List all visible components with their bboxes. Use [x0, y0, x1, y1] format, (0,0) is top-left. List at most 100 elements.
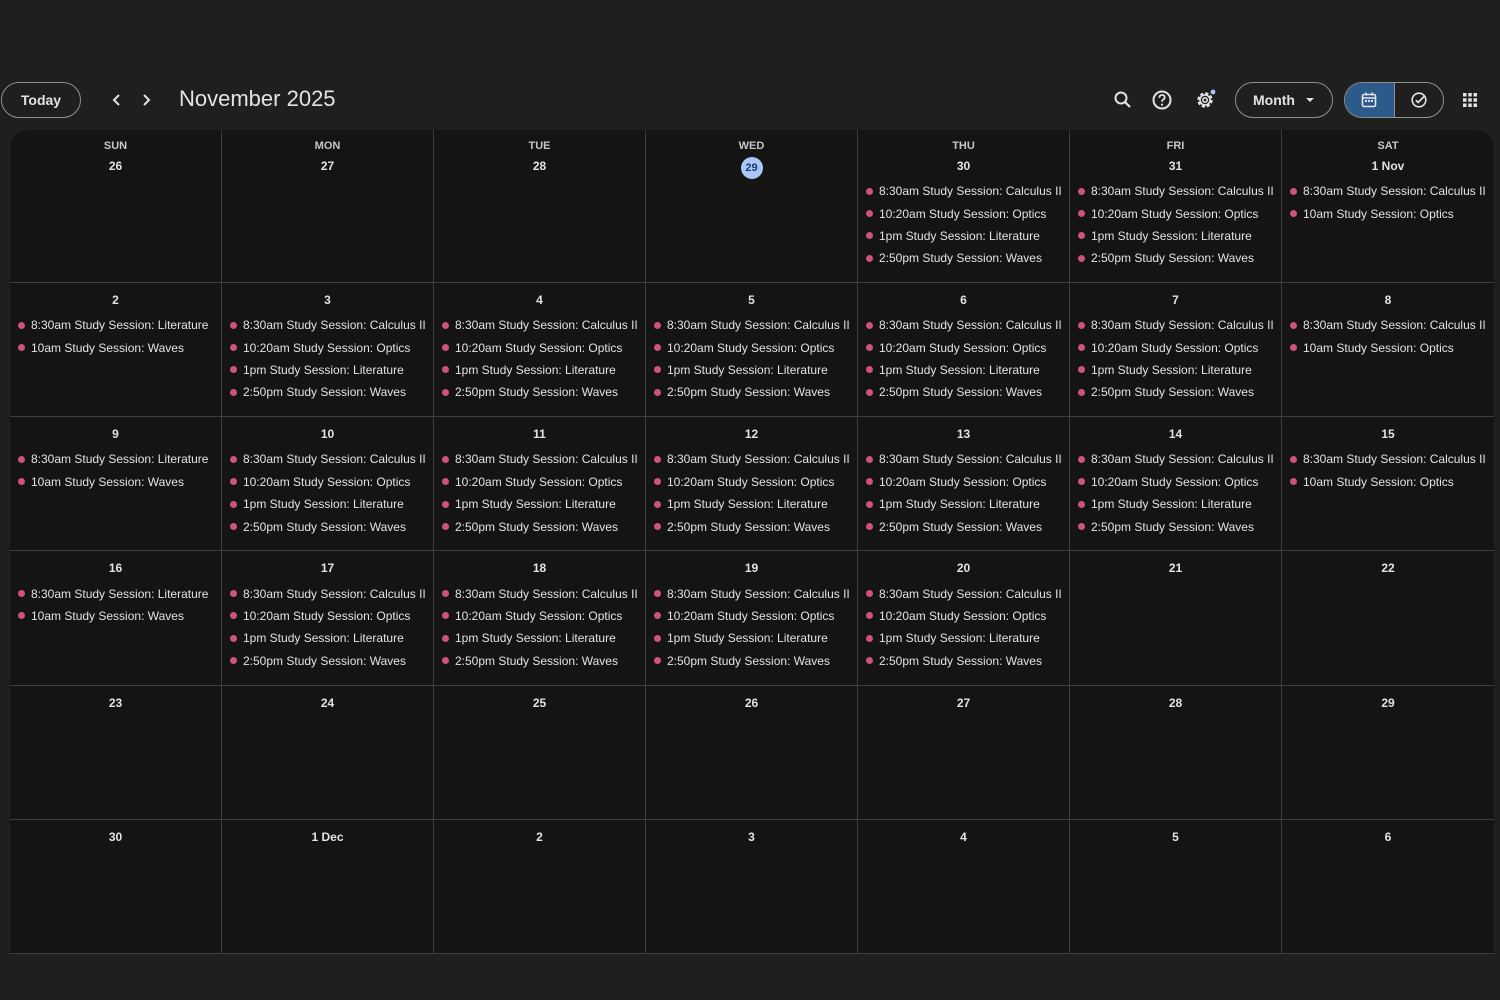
event-chip[interactable]: 1pm Study Session: Literature	[646, 359, 857, 381]
day-cell[interactable]: 26	[646, 685, 858, 820]
event-chip[interactable]: 1pm Study Session: Literature	[434, 493, 645, 515]
date-number[interactable]: 30	[10, 828, 221, 846]
day-cell[interactable]: 5	[1070, 819, 1282, 954]
date-number[interactable]: 2	[10, 291, 221, 309]
event-chip[interactable]: 8:30am Study Session: Literature	[10, 314, 221, 336]
day-cell[interactable]: 19 8:30am Study Session: Calculus II 10:20…	[646, 551, 858, 686]
day-cell[interactable]: 10 8:30am Study Session: Calculus II 10:20…	[222, 417, 434, 552]
date-number[interactable]: 6	[1282, 828, 1494, 846]
event-chip[interactable]: 10:20am Study Session: Optics	[646, 605, 857, 627]
event-chip[interactable]: 2:50pm Study Session: Waves	[222, 650, 433, 672]
date-number[interactable]: 28	[1070, 694, 1281, 712]
date-number[interactable]: 26	[646, 694, 857, 712]
event-chip[interactable]: 8:30am Study Session: Calculus II	[222, 448, 433, 470]
event-chip[interactable]: 10:20am Study Session: Optics	[434, 336, 645, 358]
event-chip[interactable]: 8:30am Study Session: Calculus II	[1070, 448, 1281, 470]
event-chip[interactable]: 10:20am Study Session: Optics	[858, 471, 1069, 493]
day-cell[interactable]: 14 8:30am Study Session: Calculus II 10:20…	[1070, 417, 1282, 552]
day-cell[interactable]: 4	[858, 819, 1070, 954]
day-cell[interactable]: 2	[434, 819, 646, 954]
view-selector[interactable]: Month	[1235, 82, 1333, 118]
event-chip[interactable]: 10am Study Session: Optics	[1282, 336, 1494, 358]
date-number[interactable]: 2	[434, 828, 645, 846]
event-chip[interactable]: 2:50pm Study Session: Waves	[858, 515, 1069, 537]
day-cell[interactable]: 17 8:30am Study Session: Calculus II 10:20…	[222, 551, 434, 686]
event-chip[interactable]: 2:50pm Study Session: Waves	[646, 381, 857, 403]
date-number[interactable]: 26	[10, 157, 221, 175]
date-number[interactable]: 4	[434, 291, 645, 309]
date-number[interactable]: 22	[1282, 559, 1494, 577]
day-cell[interactable]: FRI 31 8:30am Study Session: Calculus II 10…	[1070, 130, 1282, 283]
event-chip[interactable]: 10am Study Session: Waves	[10, 605, 221, 627]
event-chip[interactable]: 2:50pm Study Session: Waves	[222, 381, 433, 403]
event-chip[interactable]: 8:30am Study Session: Calculus II	[1070, 314, 1281, 336]
day-cell[interactable]: 3	[646, 819, 858, 954]
event-chip[interactable]: 10:20am Study Session: Optics	[1070, 336, 1281, 358]
event-chip[interactable]: 1pm Study Session: Literature	[858, 493, 1069, 515]
date-number[interactable]: 29	[1282, 694, 1494, 712]
day-cell[interactable]: 4 8:30am Study Session: Calculus II 10:20a…	[434, 283, 646, 418]
date-number[interactable]: 10	[222, 425, 433, 443]
date-number[interactable]: 25	[434, 694, 645, 712]
date-number[interactable]: 9	[10, 425, 221, 443]
event-chip[interactable]: 8:30am Study Session: Calculus II	[1282, 448, 1494, 470]
date-number[interactable]: 31	[1070, 157, 1281, 175]
date-number[interactable]: 16	[10, 559, 221, 577]
event-chip[interactable]: 10:20am Study Session: Optics	[1070, 471, 1281, 493]
date-number[interactable]: 3	[646, 828, 857, 846]
event-chip[interactable]: 2:50pm Study Session: Waves	[858, 247, 1069, 269]
event-chip[interactable]: 2:50pm Study Session: Waves	[1070, 515, 1281, 537]
day-cell[interactable]: WED 29	[646, 130, 858, 283]
settings-button[interactable]	[1191, 86, 1219, 114]
date-number[interactable]: 3	[222, 291, 433, 309]
event-chip[interactable]: 1pm Study Session: Literature	[858, 359, 1069, 381]
day-cell[interactable]: 9 8:30am Study Session: Literature 10am St…	[10, 417, 222, 552]
date-number[interactable]: 14	[1070, 425, 1281, 443]
event-chip[interactable]: 10am Study Session: Waves	[10, 471, 221, 493]
help-button[interactable]	[1148, 86, 1176, 114]
event-chip[interactable]: 1pm Study Session: Literature	[434, 627, 645, 649]
event-chip[interactable]: 1pm Study Session: Literature	[858, 225, 1069, 247]
event-chip[interactable]: 1pm Study Session: Literature	[222, 627, 433, 649]
event-chip[interactable]: 10:20am Study Session: Optics	[222, 336, 433, 358]
day-cell[interactable]: 16 8:30am Study Session: Literature 10am S…	[10, 551, 222, 686]
day-cell[interactable]: 27	[858, 685, 1070, 820]
event-chip[interactable]: 8:30am Study Session: Literature	[10, 582, 221, 604]
event-chip[interactable]: 1pm Study Session: Literature	[646, 493, 857, 515]
date-number[interactable]: 27	[222, 157, 433, 175]
date-number[interactable]: 23	[10, 694, 221, 712]
date-number[interactable]: 5	[646, 291, 857, 309]
event-chip[interactable]: 10:20am Study Session: Optics	[434, 471, 645, 493]
day-cell[interactable]: 11 8:30am Study Session: Calculus II 10:20…	[434, 417, 646, 552]
date-number[interactable]: 5	[1070, 828, 1281, 846]
event-chip[interactable]: 1pm Study Session: Literature	[222, 359, 433, 381]
previous-month-button[interactable]	[105, 88, 129, 112]
date-number[interactable]: 21	[1070, 559, 1281, 577]
event-chip[interactable]: 2:50pm Study Session: Waves	[434, 515, 645, 537]
day-cell[interactable]: 21	[1070, 551, 1282, 686]
date-number[interactable]: 1 Dec	[222, 828, 433, 846]
date-number[interactable]: 11	[434, 425, 645, 443]
event-chip[interactable]: 8:30am Study Session: Calculus II	[434, 314, 645, 336]
event-chip[interactable]: 1pm Study Session: Literature	[1070, 225, 1281, 247]
tasks-view-button[interactable]	[1393, 83, 1444, 117]
date-number[interactable]: 12	[646, 425, 857, 443]
day-cell[interactable]: 6 8:30am Study Session: Calculus II 10:20a…	[858, 283, 1070, 418]
event-chip[interactable]: 10am Study Session: Waves	[10, 336, 221, 358]
day-cell[interactable]: 1 Dec	[222, 819, 434, 954]
date-number[interactable]: 20	[858, 559, 1069, 577]
day-cell[interactable]: 22	[1282, 551, 1494, 686]
day-cell[interactable]: 24	[222, 685, 434, 820]
event-chip[interactable]: 10:20am Study Session: Optics	[858, 336, 1069, 358]
date-number[interactable]: 27	[858, 694, 1069, 712]
day-cell[interactable]: SAT 1 Nov 8:30am Study Session: Calculus I…	[1282, 130, 1494, 283]
event-chip[interactable]: 10:20am Study Session: Optics	[222, 471, 433, 493]
event-chip[interactable]: 8:30am Study Session: Calculus II	[222, 582, 433, 604]
day-cell[interactable]: TUE 28	[434, 130, 646, 283]
calendar-view-button[interactable]	[1345, 83, 1394, 117]
search-button[interactable]	[1109, 86, 1137, 114]
date-number[interactable]: 7	[1070, 291, 1281, 309]
event-chip[interactable]: 2:50pm Study Session: Waves	[1070, 247, 1281, 269]
day-cell[interactable]: SUN 26	[10, 130, 222, 283]
day-cell[interactable]: 6	[1282, 820, 1494, 954]
